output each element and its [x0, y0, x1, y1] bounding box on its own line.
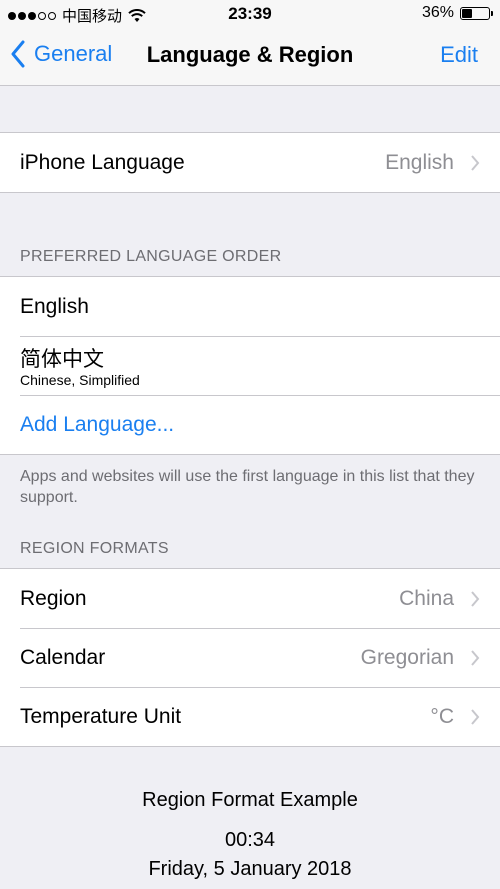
- region-formats-header: REGION FORMATS: [20, 540, 169, 557]
- chevron-left-icon: [11, 40, 25, 68]
- iphone-language-value: English: [385, 150, 454, 174]
- temperature-unit-row[interactable]: Temperature Unit °C: [0, 687, 500, 746]
- language-item-chinese[interactable]: 简体中文 Chinese, Simplified: [0, 336, 500, 395]
- iphone-language-row[interactable]: iPhone Language English: [0, 133, 500, 192]
- chevron-right-icon: [471, 708, 480, 725]
- region-row[interactable]: Region China: [0, 569, 500, 628]
- language-item-sublabel: Chinese, Simplified: [20, 372, 140, 388]
- calendar-row[interactable]: Calendar Gregorian: [0, 628, 500, 687]
- region-format-example-time: 00:34: [224, 829, 276, 851]
- preferred-language-footer: Apps and websites will use the first lan…: [20, 468, 475, 506]
- status-bar: 中国移动 23:39 36%: [0, 0, 500, 28]
- iphone-language-group: iPhone Language English: [0, 132, 500, 193]
- status-right: 36%: [421, 4, 493, 22]
- edit-button[interactable]: Edit: [440, 42, 478, 68]
- chevron-right-icon: [471, 649, 480, 666]
- calendar-label: Calendar: [20, 645, 106, 669]
- chevron-right-icon: [471, 590, 480, 607]
- battery-percent: 36%: [421, 4, 454, 21]
- language-item-label: 简体中文: [20, 347, 104, 371]
- navigation-bar: General Language & Region Edit: [0, 28, 500, 86]
- add-language-button[interactable]: Add Language...: [20, 413, 174, 437]
- preferred-language-header: PREFERRED LANGUAGE ORDER: [20, 248, 282, 265]
- back-button-label: General: [34, 41, 113, 66]
- battery-fill: [462, 8, 473, 18]
- battery-icon: [460, 6, 493, 20]
- language-item-english[interactable]: English: [0, 277, 500, 336]
- region-formats-group: Region China Calendar Gregorian Temperat…: [0, 568, 500, 747]
- iphone-language-label: iPhone Language: [20, 150, 185, 174]
- region-value: China: [399, 586, 454, 610]
- chevron-right-icon: [471, 154, 480, 171]
- region-label: Region: [20, 586, 87, 610]
- temperature-unit-value: °C: [430, 704, 454, 728]
- calendar-value: Gregorian: [360, 645, 454, 669]
- preferred-language-group: English 简体中文 Chinese, Simplified Add Lan…: [0, 276, 500, 455]
- region-format-example-date: Friday, 5 January 2018: [148, 858, 352, 880]
- language-item-label: English: [20, 294, 89, 318]
- add-language-row[interactable]: Add Language...: [0, 395, 500, 454]
- back-button[interactable]: General: [10, 40, 112, 68]
- temperature-unit-label: Temperature Unit: [20, 704, 182, 728]
- region-format-example-title: Region Format Example: [142, 789, 358, 811]
